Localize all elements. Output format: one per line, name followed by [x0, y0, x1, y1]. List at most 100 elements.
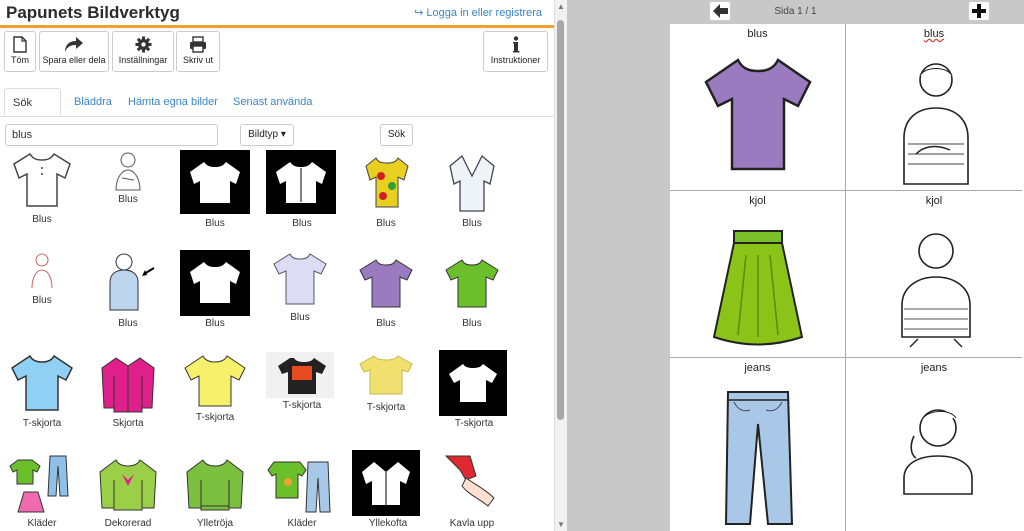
- white-blouse-black-bg-icon: [180, 150, 250, 214]
- sign-blouse-icon: [903, 63, 969, 185]
- share-arrow-icon: [65, 37, 83, 52]
- sign-jeans-icon: [903, 409, 973, 495]
- result-label: T-skjorta: [195, 412, 235, 423]
- board-cell[interactable]: kjol: [670, 191, 846, 358]
- sign-blouse-red-icon: [31, 253, 53, 289]
- gear-icon: [135, 36, 151, 53]
- board-cell-label: jeans: [920, 362, 948, 374]
- settings-label: Inställningar: [118, 55, 168, 65]
- tab-recent[interactable]: Senast använda: [225, 88, 321, 116]
- board-cell[interactable]: blus: [670, 24, 846, 191]
- image-type-label: Bildtyp: [248, 129, 279, 140]
- clear-label: Töm: [11, 55, 29, 65]
- white-blouse-black-bg-icon: [180, 250, 250, 316]
- floral-blouse-icon: [365, 157, 409, 208]
- accent-bar: [0, 25, 556, 28]
- search-button[interactable]: Sök: [380, 124, 413, 146]
- page-nav: Sida 1 / 1: [567, 0, 1024, 24]
- board-cell-label: blus: [747, 28, 768, 40]
- green-tshirt-icon: [445, 259, 499, 308]
- result-label: Kavla upp: [449, 518, 495, 529]
- board-cell-label: kjol: [749, 195, 766, 207]
- wool-cardigan-black-bg-icon: [352, 450, 420, 516]
- login-icon: ↪: [414, 7, 427, 19]
- blue-tshirt-icon: [11, 354, 73, 411]
- result-label: Blus: [462, 318, 482, 329]
- instructions-label: Instruktioner: [490, 55, 541, 65]
- tab-upload[interactable]: Hämta egna bilder: [120, 88, 226, 116]
- left-panel: Papunets Bildverktyg ↪ Logga in eller re…: [0, 0, 556, 531]
- tab-browse[interactable]: Bläddra: [66, 88, 120, 116]
- print-label: Skriv ut: [182, 55, 213, 65]
- result-label: Kläder: [287, 518, 317, 529]
- scroll-up-icon[interactable]: ▲: [557, 2, 565, 11]
- yellow-tshirt-icon: [184, 355, 246, 407]
- result-label: T-skjorta: [366, 402, 406, 413]
- clear-button[interactable]: Töm: [4, 31, 36, 72]
- green-skirt-icon: [712, 230, 804, 346]
- roll-up-sleeve-icon: [444, 455, 495, 507]
- board-cell-label: blus: [923, 28, 945, 40]
- print-button[interactable]: Skriv ut: [176, 31, 220, 72]
- board-cell[interactable]: jeans: [846, 358, 1022, 531]
- result-label: Blus: [462, 218, 482, 229]
- result-label: Blus: [118, 194, 138, 205]
- pink-shirt-icon: [101, 357, 155, 413]
- board-cell[interactable]: blus: [846, 24, 1022, 191]
- result-label: Ylletröja: [196, 518, 234, 529]
- decorated-sweater-icon: [99, 459, 157, 511]
- settings-button[interactable]: Inställningar: [112, 31, 174, 72]
- result-label: Skjorta: [112, 418, 144, 429]
- instructions-button[interactable]: Instruktioner: [483, 31, 548, 72]
- sign-language-blouse-icon: [115, 152, 141, 191]
- lavender-tshirt-icon: [273, 253, 327, 305]
- result-label: T-skjorta: [454, 418, 494, 429]
- printer-icon: [190, 36, 206, 53]
- share-label: Spara eller dela: [42, 55, 106, 65]
- info-icon: [512, 36, 519, 53]
- scrollbar[interactable]: ▲ ▼: [554, 0, 567, 531]
- board-cell[interactable]: kjol: [846, 191, 1022, 358]
- result-label: Blus: [376, 218, 396, 229]
- purple-tshirt-icon: [359, 259, 413, 308]
- jeans-icon: [724, 391, 794, 525]
- search-input[interactable]: [5, 124, 218, 146]
- purple-tshirt-icon: [704, 58, 812, 171]
- white-blouse-buttons-black-bg-icon: [266, 150, 336, 214]
- clothes-pile-icon: [267, 461, 331, 513]
- page-indicator: Sida 1 / 1: [774, 6, 817, 17]
- board-cell[interactable]: jeans: [670, 358, 846, 531]
- result-label: Dekorerad: [104, 518, 152, 529]
- clothes-set-icon: [9, 455, 69, 513]
- share-button[interactable]: Spara eller dela: [39, 31, 109, 72]
- scroll-down-icon[interactable]: ▼: [557, 520, 565, 529]
- result-label: Blus: [290, 312, 310, 323]
- app-title: Papunets Bildverktyg: [6, 3, 180, 22]
- result-label: Blus: [376, 318, 396, 329]
- new-file-icon: [13, 36, 27, 53]
- wool-sweater-icon: [186, 459, 244, 511]
- search-tabs: Sök bild Bläddra Hämta egna bilder Senas…: [0, 88, 556, 137]
- result-label: Blus: [118, 318, 138, 329]
- white-shirt-icon: [13, 152, 71, 207]
- image-type-dropdown[interactable]: Bildtyp ▾: [240, 124, 294, 146]
- yellow-tshirt-photo-icon: [359, 355, 413, 395]
- white-tshirt-black-bg-icon: [439, 350, 507, 416]
- board-cell-label: kjol: [925, 195, 943, 207]
- login-link[interactable]: ↪ Logga in eller registrera: [414, 6, 542, 19]
- caret-down-icon: ▾: [278, 129, 286, 140]
- girl-blouse-arrow-icon: [109, 253, 155, 311]
- black-tshirt-photo-icon: [266, 352, 334, 398]
- tab-search[interactable]: Sök bild: [4, 88, 61, 137]
- plus-icon: [972, 4, 986, 18]
- add-page-button[interactable]: [968, 1, 990, 21]
- login-label: Logga in eller registrera: [426, 7, 542, 19]
- scroll-thumb[interactable]: [557, 20, 564, 420]
- board-cell-label: jeans: [744, 362, 771, 374]
- board-panel: Sida 1 / 1 blus blus kjol kjol jeans jea…: [567, 0, 1024, 531]
- wrap-blouse-icon: [449, 154, 495, 212]
- sign-skirt-icon: [901, 233, 971, 348]
- result-label: Blus: [205, 218, 225, 229]
- result-label: Blus: [32, 214, 52, 225]
- picture-board: blus blus kjol kjol jeans jeans: [670, 24, 1024, 531]
